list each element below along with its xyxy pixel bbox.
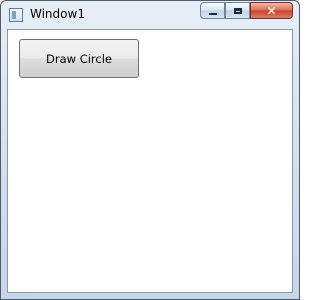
draw-circle-button[interactable]: Draw Circle [19,39,139,78]
close-icon: ✕ [266,3,277,18]
window-title: Window1 [30,7,85,21]
minimize-icon [208,12,217,15]
maximize-button[interactable] [225,2,250,19]
window-controls: ✕ [200,2,293,19]
minimize-button[interactable] [200,2,225,19]
client-area: Draw Circle [7,29,293,293]
close-button[interactable]: ✕ [250,2,293,19]
maximize-icon [233,7,242,14]
title-bar[interactable]: Window1 ✕ [1,1,299,30]
window-icon[interactable] [9,8,23,22]
window-frame: Window1 ✕ Draw Circle [0,0,300,300]
